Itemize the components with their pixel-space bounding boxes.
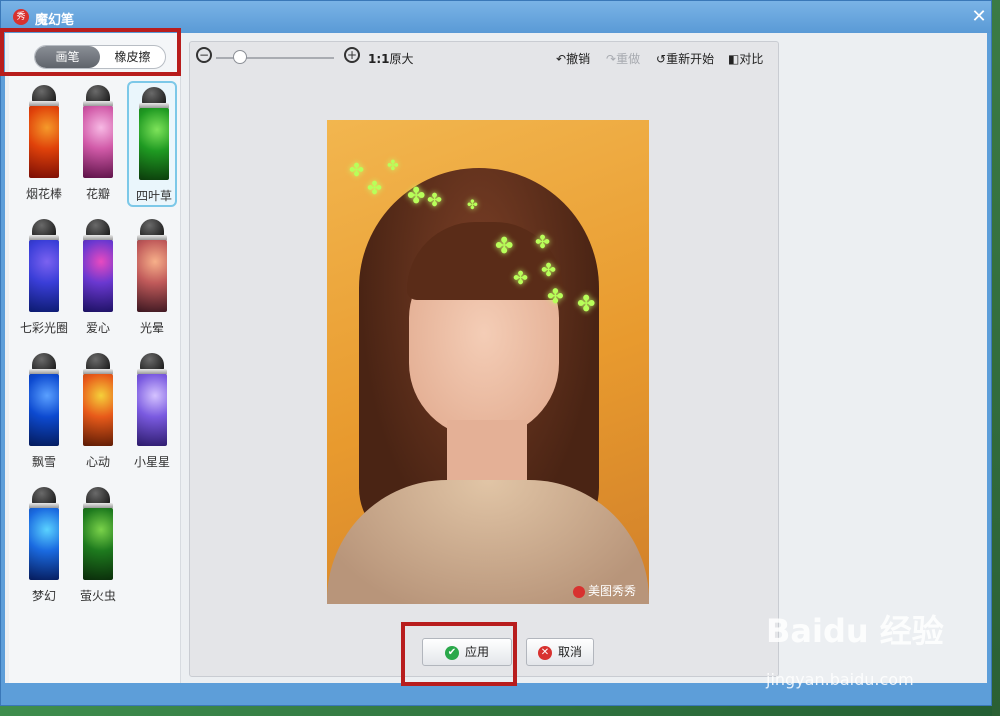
brush-tube-icon [83,85,113,178]
undo-button[interactable]: ↶撤销 [556,50,590,67]
clover-sparkle: ✤ [387,158,399,174]
compare-button[interactable]: ◧对比 [728,50,763,67]
window-title: 魔幻笔 [35,13,75,28]
highlight-apply-button [401,622,517,686]
actual-size-label: 原大 [389,52,414,66]
brush-tube-icon [29,219,59,312]
meitu-logo-icon [573,585,585,598]
clover-sparkle: ✤ [367,178,383,199]
restart-icon: ↺ [656,52,667,66]
brush-item[interactable]: 小星星 [127,349,177,475]
brush-item[interactable]: 烟花棒 [19,81,69,207]
highlight-mode-toggle [0,28,181,76]
brush-label: 四叶草 [135,189,172,203]
brush-label: 爱心 [85,321,110,335]
cancel-x-icon: ✕ [537,645,552,660]
photo-watermark-text: 美图秀秀 [588,584,637,598]
brush-tube-icon [139,87,169,180]
brush-label: 光晕 [139,321,164,335]
brush-label: 萤火虫 [79,589,116,603]
brush-label: 七彩光圈 [19,321,68,335]
brush-item[interactable]: 光晕 [127,215,177,341]
brush-tube-icon [137,353,167,446]
redo-button[interactable]: ↷重做 [606,50,640,67]
brush-item[interactable]: 萤火虫 [73,483,123,609]
brush-tube-icon [29,353,59,446]
cancel-label: 取消 [557,645,582,659]
brush-tube-icon [83,353,113,446]
zoom-out-icon[interactable]: − [196,47,212,63]
brush-item[interactable]: 爱心 [73,215,123,341]
clover-sparkle: ✤ [427,190,443,211]
desktop-background-strip [992,0,1000,716]
zoom-slider-thumb[interactable] [232,50,247,64]
undo-label: 撤销 [566,52,591,66]
dialog-body: 画笔 橡皮擦 烟花棒 花瓣 四叶草 七彩光圈 爱心 光晕 飘雪 心动 小星星 梦幻 萤火虫 − + … [5,33,987,683]
baidu-watermark-url: jingyan.baidu.com [766,670,914,689]
canvas-toolbar: − + 1:1原大 ↶撤销 ↷重做 ↺重新开始 ◧对比 [190,42,778,72]
brush-tube-icon [137,219,167,312]
clover-sparkle: ✤ [577,292,596,317]
magic-pen-window: 秀 魔幻笔 ✕ 画笔 橡皮擦 烟花棒 花瓣 四叶草 七彩光圈 爱心 光晕 飘雪 心动 小星星 梦幻… [0,0,992,706]
brush-item[interactable]: 七彩光圈 [19,215,69,341]
photo-watermark: 美图秀秀 [573,582,636,599]
clover-sparkle: ✤ [349,160,365,181]
baidu-watermark: Baidu 经验 [766,612,944,650]
restart-label: 重新开始 [666,52,715,66]
brush-label: 心动 [85,455,110,469]
clover-sparkle: ✤ [541,260,557,281]
clover-sparkle: ✤ [467,198,478,213]
undo-icon: ↶ [556,52,567,66]
brush-label: 烟花棒 [25,187,62,201]
compare-icon: ◧ [728,52,740,66]
clover-sparkle: ✤ [547,284,564,308]
brush-item[interactable]: 心动 [73,349,123,475]
brush-item[interactable]: 梦幻 [19,483,69,609]
brush-item[interactable]: 四叶草 [127,81,177,207]
close-icon[interactable]: ✕ [969,7,989,27]
brush-tube-icon [83,487,113,580]
brush-item[interactable]: 飘雪 [19,349,69,475]
zoom-in-icon[interactable]: + [344,47,360,63]
actual-size-ratio: 1:1 [368,52,390,66]
brush-item[interactable]: 花瓣 [73,81,123,207]
actual-size-button[interactable]: 1:1原大 [368,50,414,67]
clover-sparkle: ✤ [513,268,529,289]
brush-tube-icon [29,85,59,178]
brush-label: 飘雪 [31,455,56,469]
redo-label: 重做 [616,52,641,66]
brush-tube-icon [83,219,113,312]
restart-button[interactable]: ↺重新开始 [656,50,714,67]
cancel-button[interactable]: ✕ 取消 [526,638,594,666]
brush-panel: 画笔 橡皮擦 烟花棒 花瓣 四叶草 七彩光圈 爱心 光晕 飘雪 心动 小星星 梦幻 萤火虫 [9,33,181,683]
compare-label: 对比 [739,52,764,66]
brush-tube-icon [29,487,59,580]
app-logo-icon: 秀 [13,9,29,25]
clover-sparkle: ✤ [495,234,514,259]
brush-label: 花瓣 [85,187,110,201]
canvas-frame: − + 1:1原大 ↶撤销 ↷重做 ↺重新开始 ◧对比 ✤ ✤ ✤ ✤ ✤ ✤ … [189,41,779,677]
clover-sparkle: ✤ [535,232,551,253]
redo-icon: ↷ [606,52,617,66]
clover-sparkle: ✤ [407,184,426,209]
brush-label: 小星星 [133,455,170,469]
brush-label: 梦幻 [31,589,56,603]
edited-photo[interactable]: ✤ ✤ ✤ ✤ ✤ ✤ ✤ ✤ ✤ ✤ ✤ ✤ 美图秀秀 [327,120,649,604]
